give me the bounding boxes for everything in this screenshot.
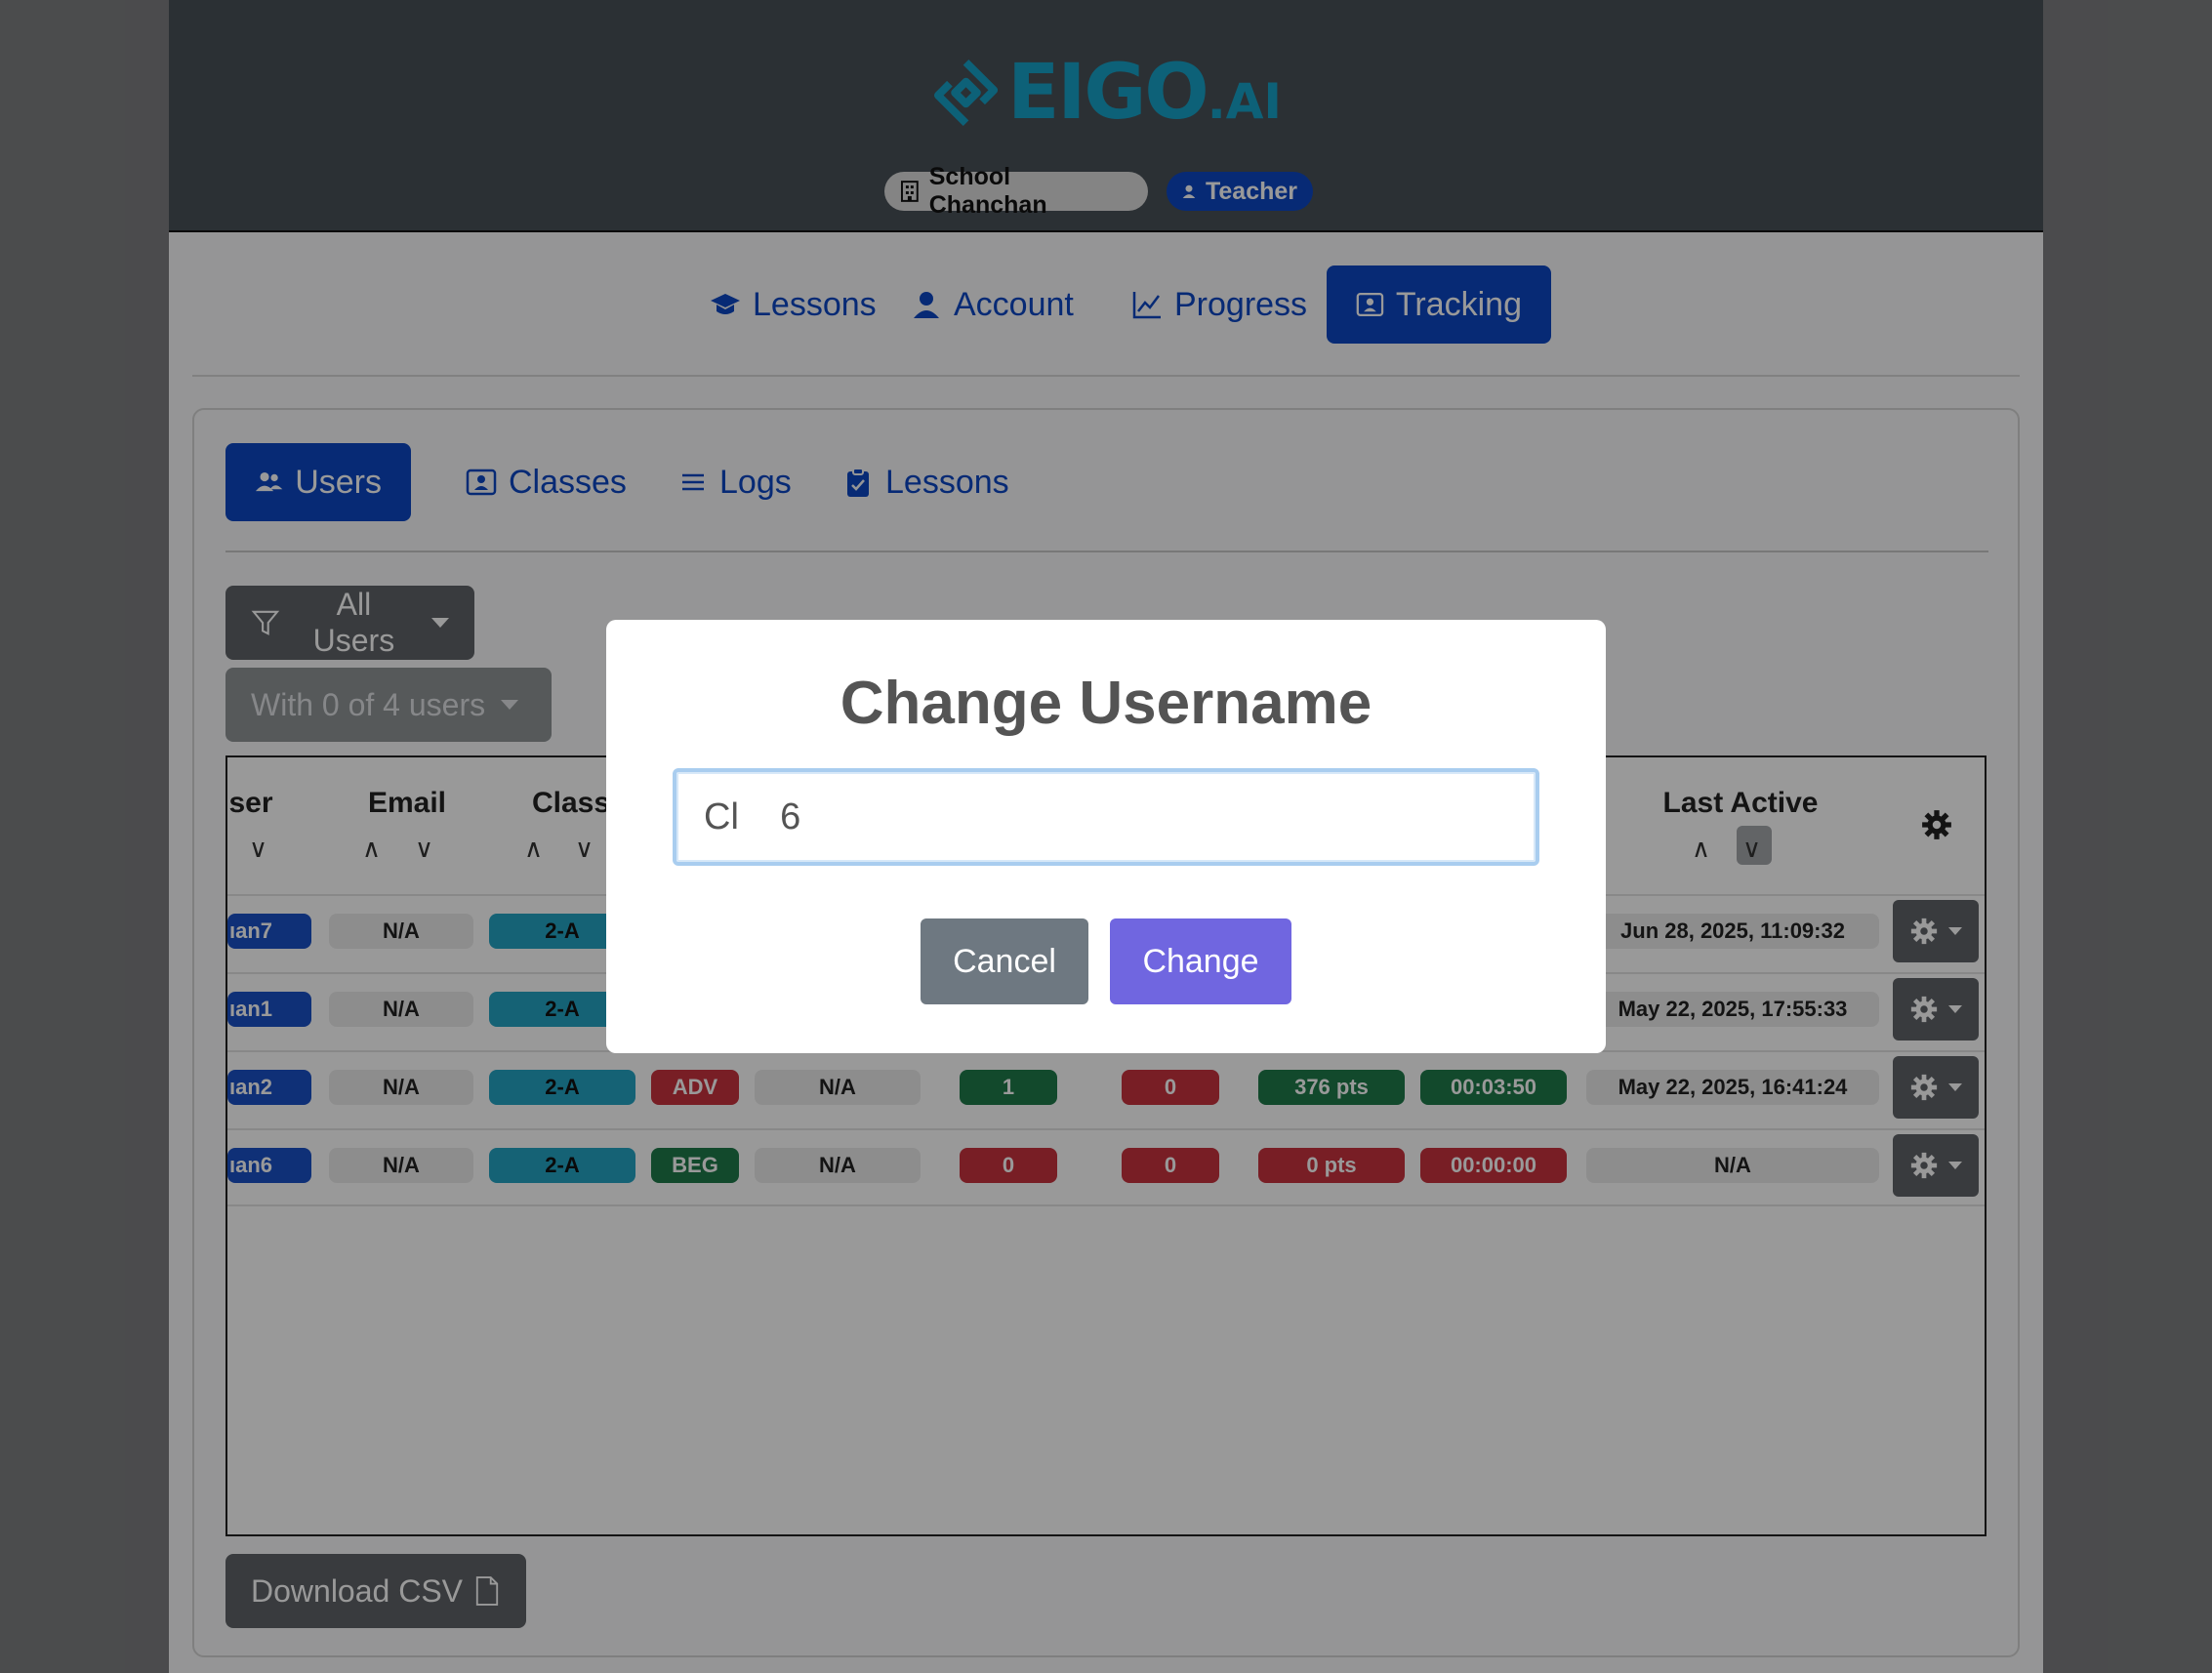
dialog-title: Change Username <box>840 670 1372 737</box>
change-username-dialog: Change Username Cancel Change <box>606 620 1606 1053</box>
cancel-button[interactable]: Cancel <box>921 918 1088 1004</box>
change-button[interactable]: Change <box>1110 918 1291 1004</box>
username-input[interactable] <box>673 768 1539 866</box>
